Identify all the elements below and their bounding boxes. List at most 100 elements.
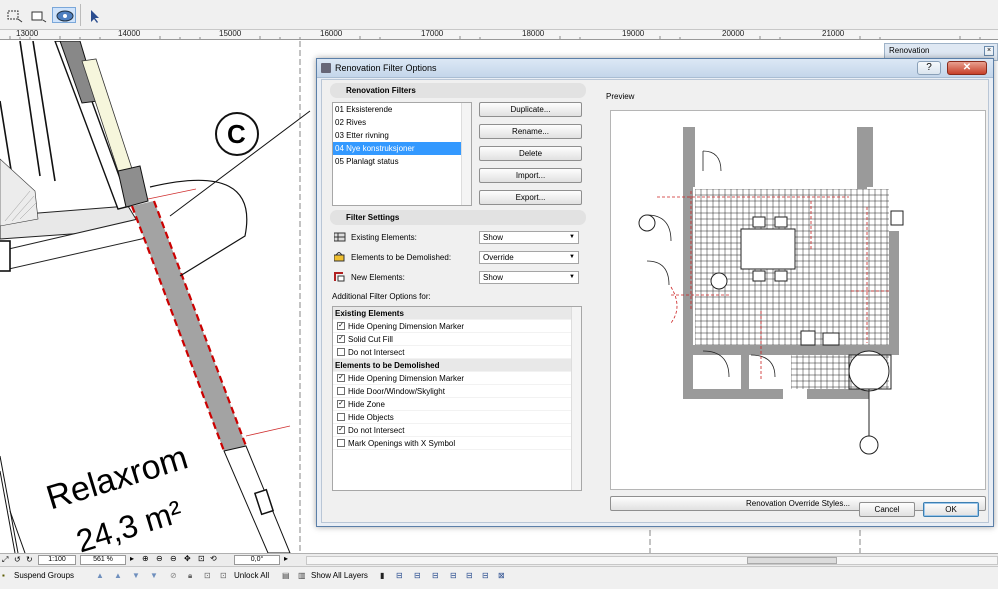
lock-icon[interactable]: 🔒︎	[188, 571, 192, 581]
pan-icon[interactable]: ✥	[184, 554, 191, 563]
suspend-groups-button[interactable]: Suspend Groups	[14, 571, 74, 580]
mesh-tool-icon[interactable]: ⊟	[482, 571, 489, 580]
bring-forward-icon[interactable]: ▲	[96, 571, 104, 580]
filters-listbox[interactable]: 01 Eksisterende 02 Rives 03 Etter rivnin…	[332, 102, 472, 206]
ruler-label: 21000	[822, 30, 845, 38]
pen-icon[interactable]: ▮	[380, 571, 384, 580]
unlock-all-button[interactable]: Unlock All	[234, 571, 269, 580]
checkbox[interactable]	[337, 386, 345, 395]
list-item[interactable]: ✓ Hide Opening Dimension Marker	[333, 372, 581, 385]
roof-tool-icon[interactable]: ⊟	[466, 571, 473, 580]
unlock-icon[interactable]: ⊡	[204, 571, 211, 580]
show-layers-icon[interactable]: ▥	[298, 571, 306, 580]
close-icon[interactable]: ×	[984, 46, 994, 56]
list-item[interactable]: 02 Rives	[333, 116, 471, 129]
list-item[interactable]: Hide Objects	[333, 411, 581, 424]
list-item[interactable]: Mark Openings with X Symbol	[333, 437, 581, 450]
help-button[interactable]: ?	[917, 61, 941, 75]
send-backward-icon[interactable]: ▼	[150, 571, 158, 580]
list-item[interactable]: ✓ Hide Zone	[333, 398, 581, 411]
angle-arrow-icon[interactable]: ▸	[284, 554, 288, 563]
send-back-icon[interactable]: ▼	[132, 571, 140, 580]
horizontal-ruler: 13000 14000 15000 16000 17000 18000 1900…	[0, 30, 998, 40]
zoom-in-icon[interactable]: ⊕	[142, 554, 149, 563]
list-item[interactable]: ✓ Hide Opening Dimension Marker	[333, 320, 581, 333]
checkbox[interactable]	[337, 347, 345, 356]
dropdown-arrow-icon: ▼	[569, 254, 575, 260]
close-button[interactable]: ✕	[947, 61, 987, 75]
list-item[interactable]: ✓ Do not Intersect	[333, 424, 581, 437]
orbit-icon[interactable]: ⟲	[210, 554, 217, 563]
ruler-label: 13000	[16, 30, 39, 38]
fit-window-icon[interactable]: ⊡	[198, 554, 205, 563]
list-item[interactable]: 05 Planlagt status	[333, 155, 471, 168]
demolish-icon	[333, 251, 346, 262]
zoom-arrow-icon[interactable]: ▸	[130, 554, 134, 563]
checkbox[interactable]: ✓	[337, 399, 345, 408]
demolished-elements-label: Elements to be Demolished:	[351, 253, 452, 262]
rect-icon[interactable]	[28, 7, 48, 23]
preview-label: Preview	[606, 92, 635, 101]
horizontal-scrollbar[interactable]	[306, 556, 998, 565]
checkbox[interactable]	[337, 438, 345, 447]
rotate-icon[interactable]	[52, 7, 76, 23]
renovation-filters-header: Renovation Filters	[330, 83, 586, 98]
checkbox[interactable]: ✓	[337, 334, 345, 343]
dialog-title: Renovation Filter Options	[335, 63, 437, 73]
checkbox[interactable]	[337, 412, 345, 421]
dialog-body: Renovation Filters 01 Eksisterende 02 Ri…	[321, 79, 989, 523]
filter-options-list[interactable]: Existing Elements ✓ Hide Opening Dimensio…	[332, 306, 582, 491]
demolished-elements-select[interactable]: Override ▼	[479, 251, 579, 264]
zoom-field[interactable]: 561 %	[80, 555, 126, 565]
list-item[interactable]: 03 Etter rivning	[333, 129, 471, 142]
zoom-out-icon[interactable]: ⊖	[156, 554, 163, 563]
marquee-icon[interactable]	[4, 7, 24, 23]
list-item[interactable]: Do not Intersect	[333, 346, 581, 359]
object-tool-icon[interactable]: ⊠	[498, 571, 505, 580]
list-item[interactable]: ✓ Solid Cut Fill	[333, 333, 581, 346]
list-item[interactable]: Hide Door/Window/Skylight	[333, 385, 581, 398]
checkbox[interactable]: ✓	[337, 321, 345, 330]
unlock-all-icon[interactable]: ⊡	[220, 571, 227, 580]
navigation-bar: ⤢ ↺ ↻ 1:100 561 % ▸ ⊕ ⊖ ⊖ ✥ ⊡ ⟲ 0,0° ▸	[0, 553, 998, 566]
list-item-selected[interactable]: 04 Nye konstruksjoner	[333, 142, 471, 155]
layers-icon[interactable]: ▤	[282, 571, 290, 580]
checkbox[interactable]: ✓	[337, 425, 345, 434]
scale-field[interactable]: 1:100	[38, 555, 76, 565]
rename-button[interactable]: Rename...	[479, 124, 582, 139]
filter-settings-header: Filter Settings	[330, 210, 586, 225]
cancel-button[interactable]: Cancel	[859, 502, 915, 517]
new-elements-select[interactable]: Show ▼	[479, 271, 579, 284]
wall-tool-icon[interactable]: ⊟	[396, 571, 403, 580]
reset-order-icon[interactable]: ⊘	[170, 571, 177, 580]
list-item[interactable]: 01 Eksisterende	[333, 103, 471, 116]
fit-icon[interactable]: ⤢	[2, 555, 8, 565]
delete-button[interactable]: Delete	[479, 146, 582, 161]
existing-elements-label: Existing Elements:	[351, 233, 417, 242]
group-icon[interactable]: ▪	[2, 571, 5, 580]
ok-button[interactable]: OK	[923, 502, 979, 517]
show-all-layers-button[interactable]: Show All Layers	[311, 571, 368, 580]
duplicate-button[interactable]: Duplicate...	[479, 102, 582, 117]
slab-tool-icon[interactable]: ⊟	[450, 571, 457, 580]
export-button[interactable]: Export...	[479, 190, 582, 205]
back-icon[interactable]: ↺	[14, 555, 21, 564]
arrow-pointer-icon[interactable]	[84, 7, 104, 23]
ruler-label: 18000	[522, 30, 545, 38]
additional-options-label: Additional Filter Options for:	[332, 292, 431, 301]
import-button[interactable]: Import...	[479, 168, 582, 183]
dialog-title-bar[interactable]: Renovation Filter Options ? ✕	[317, 59, 993, 78]
column-tool-icon[interactable]: ⊟	[414, 571, 421, 580]
angle-field[interactable]: 0,0°	[234, 555, 280, 565]
beam-tool-icon[interactable]: ⊟	[432, 571, 439, 580]
existing-elements-select[interactable]: Show ▼	[479, 231, 579, 244]
bring-front-icon[interactable]: ▲	[114, 571, 122, 580]
checkbox[interactable]: ✓	[337, 373, 345, 382]
section-marker-label: C	[227, 119, 246, 149]
zoom-out-icon[interactable]: ⊖	[170, 554, 177, 563]
list-scrollbar[interactable]	[461, 103, 471, 205]
new-elements-label: New Elements:	[351, 273, 405, 282]
forward-icon[interactable]: ↻	[26, 555, 33, 564]
ruler-label: 17000	[421, 30, 444, 38]
options-scrollbar[interactable]	[571, 307, 581, 490]
